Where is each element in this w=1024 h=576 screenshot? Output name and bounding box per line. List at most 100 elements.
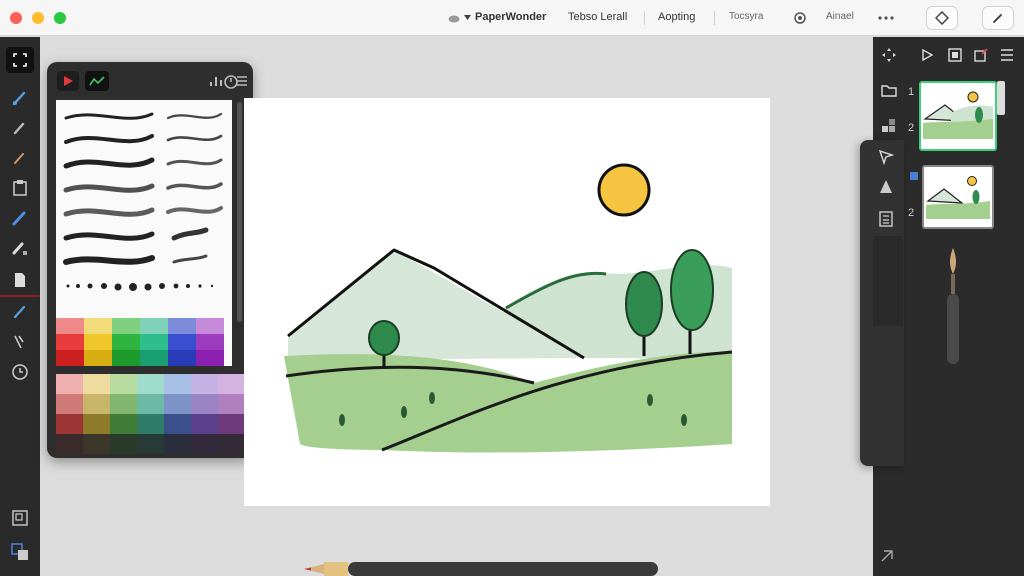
color-swatch[interactable] <box>84 350 112 366</box>
color-swatch[interactable] <box>84 318 112 334</box>
bucket-tool-button[interactable] <box>6 329 34 355</box>
color-swatch[interactable] <box>110 394 137 414</box>
menu-item-4[interactable]: Ainael <box>826 11 854 22</box>
play-button[interactable] <box>57 71 79 91</box>
color-swatch[interactable] <box>83 434 110 454</box>
color-swatch[interactable] <box>191 374 218 394</box>
color-swatch[interactable] <box>140 334 168 350</box>
pen-mode-button[interactable] <box>982 6 1014 30</box>
color-swatch[interactable] <box>110 434 137 454</box>
color-swatch[interactable] <box>112 334 140 350</box>
color-swatch[interactable] <box>218 434 245 454</box>
paste-tool-button[interactable] <box>6 175 34 201</box>
shape-button[interactable] <box>875 176 897 198</box>
color-swatch[interactable] <box>137 394 164 414</box>
collapse-arrow-icon[interactable] <box>880 549 894 563</box>
color-palette-2 <box>56 374 245 454</box>
color-swatch[interactable] <box>140 318 168 334</box>
gear-icon[interactable] <box>793 11 807 25</box>
layer-list-button[interactable] <box>997 46 1017 64</box>
color-tool-button[interactable] <box>6 539 34 565</box>
zoom-window-button[interactable] <box>54 12 66 24</box>
edit-layer-button[interactable] <box>971 46 991 64</box>
menu-item-2[interactable]: Aopting <box>658 11 695 23</box>
calculator-button[interactable] <box>875 208 897 230</box>
color-swatch[interactable] <box>56 318 84 334</box>
play-layer-button[interactable] <box>917 46 937 64</box>
more-icon[interactable] <box>878 16 894 20</box>
color-swatch[interactable] <box>168 318 196 334</box>
color-swatch[interactable] <box>137 414 164 434</box>
layer-scrollbar[interactable] <box>997 81 1005 115</box>
color-swatch[interactable] <box>112 350 140 366</box>
color-swatch[interactable] <box>196 350 224 366</box>
gallery-button[interactable] <box>945 46 965 64</box>
color-swatch[interactable] <box>218 414 245 434</box>
color-swatch[interactable] <box>191 414 218 434</box>
pen-icon <box>13 305 26 319</box>
close-window-button[interactable] <box>10 12 22 24</box>
smudge-tool-button[interactable] <box>6 115 34 141</box>
color-swatch[interactable] <box>112 318 140 334</box>
layer-visibility-indicator[interactable] <box>910 172 918 180</box>
color-swatch[interactable] <box>196 318 224 334</box>
color-swatch[interactable] <box>83 414 110 434</box>
transform-button[interactable] <box>879 46 899 64</box>
brush-library-panel <box>47 62 253 458</box>
color-swatch[interactable] <box>56 394 83 414</box>
brush-tool-button[interactable] <box>6 85 34 111</box>
color-swatch[interactable] <box>84 334 112 350</box>
eraser-tool-button[interactable] <box>6 235 34 261</box>
adjust-button[interactable] <box>926 6 958 30</box>
grid-icon <box>882 119 895 132</box>
color-swatch[interactable] <box>83 394 110 414</box>
color-swatch[interactable] <box>196 334 224 350</box>
color-swatch[interactable] <box>168 350 196 366</box>
chevron-down-icon[interactable] <box>464 15 471 21</box>
grid-button[interactable] <box>879 117 899 135</box>
send-icon <box>878 149 894 165</box>
folder-button[interactable] <box>879 81 899 99</box>
color-swatch[interactable] <box>110 414 137 434</box>
landscape-drawing <box>284 163 733 453</box>
pencil-tool-button[interactable] <box>6 205 34 231</box>
stroke-curve-button[interactable] <box>85 71 109 91</box>
color-swatch[interactable] <box>140 350 168 366</box>
file-tool-button[interactable] <box>6 267 34 293</box>
color-swatch[interactable] <box>218 394 245 414</box>
dropper-tool-button[interactable] <box>6 145 34 171</box>
layer-thumbnail-active[interactable] <box>919 81 997 151</box>
menu-item-3[interactable]: Tocsyra <box>729 11 763 22</box>
pen-tool-button[interactable] <box>6 299 34 325</box>
color-swatch[interactable] <box>56 374 83 394</box>
drawing-canvas[interactable] <box>244 98 770 506</box>
color-swatch[interactable] <box>56 434 83 454</box>
timer-tool-button[interactable] <box>6 359 34 385</box>
color-swatch[interactable] <box>218 374 245 394</box>
color-swatch[interactable] <box>164 374 191 394</box>
tool-options-popover <box>860 140 904 466</box>
transform-tool-button[interactable] <box>6 47 34 73</box>
color-swatch[interactable] <box>164 434 191 454</box>
color-swatch[interactable] <box>83 374 110 394</box>
send-button[interactable] <box>875 146 897 168</box>
color-swatch[interactable] <box>191 394 218 414</box>
layer-thumbnail[interactable] <box>922 165 994 229</box>
middle-tree <box>625 271 663 337</box>
color-swatch[interactable] <box>164 414 191 434</box>
pencil-tool-handle[interactable] <box>304 562 658 576</box>
timer-icon[interactable] <box>223 74 239 90</box>
color-swatch[interactable] <box>168 334 196 350</box>
color-swatch[interactable] <box>137 374 164 394</box>
brush-list-scrollbar[interactable] <box>237 102 242 322</box>
color-swatch[interactable] <box>56 350 84 366</box>
color-swatch[interactable] <box>56 414 83 434</box>
color-swatch[interactable] <box>110 374 137 394</box>
color-swatch[interactable] <box>56 334 84 350</box>
color-swatch[interactable] <box>191 434 218 454</box>
layers-tool-button[interactable] <box>6 505 34 531</box>
color-swatch[interactable] <box>137 434 164 454</box>
minimize-window-button[interactable] <box>32 12 44 24</box>
color-swatch[interactable] <box>164 394 191 414</box>
menu-item-1[interactable]: Tebso Lerall <box>568 11 627 23</box>
